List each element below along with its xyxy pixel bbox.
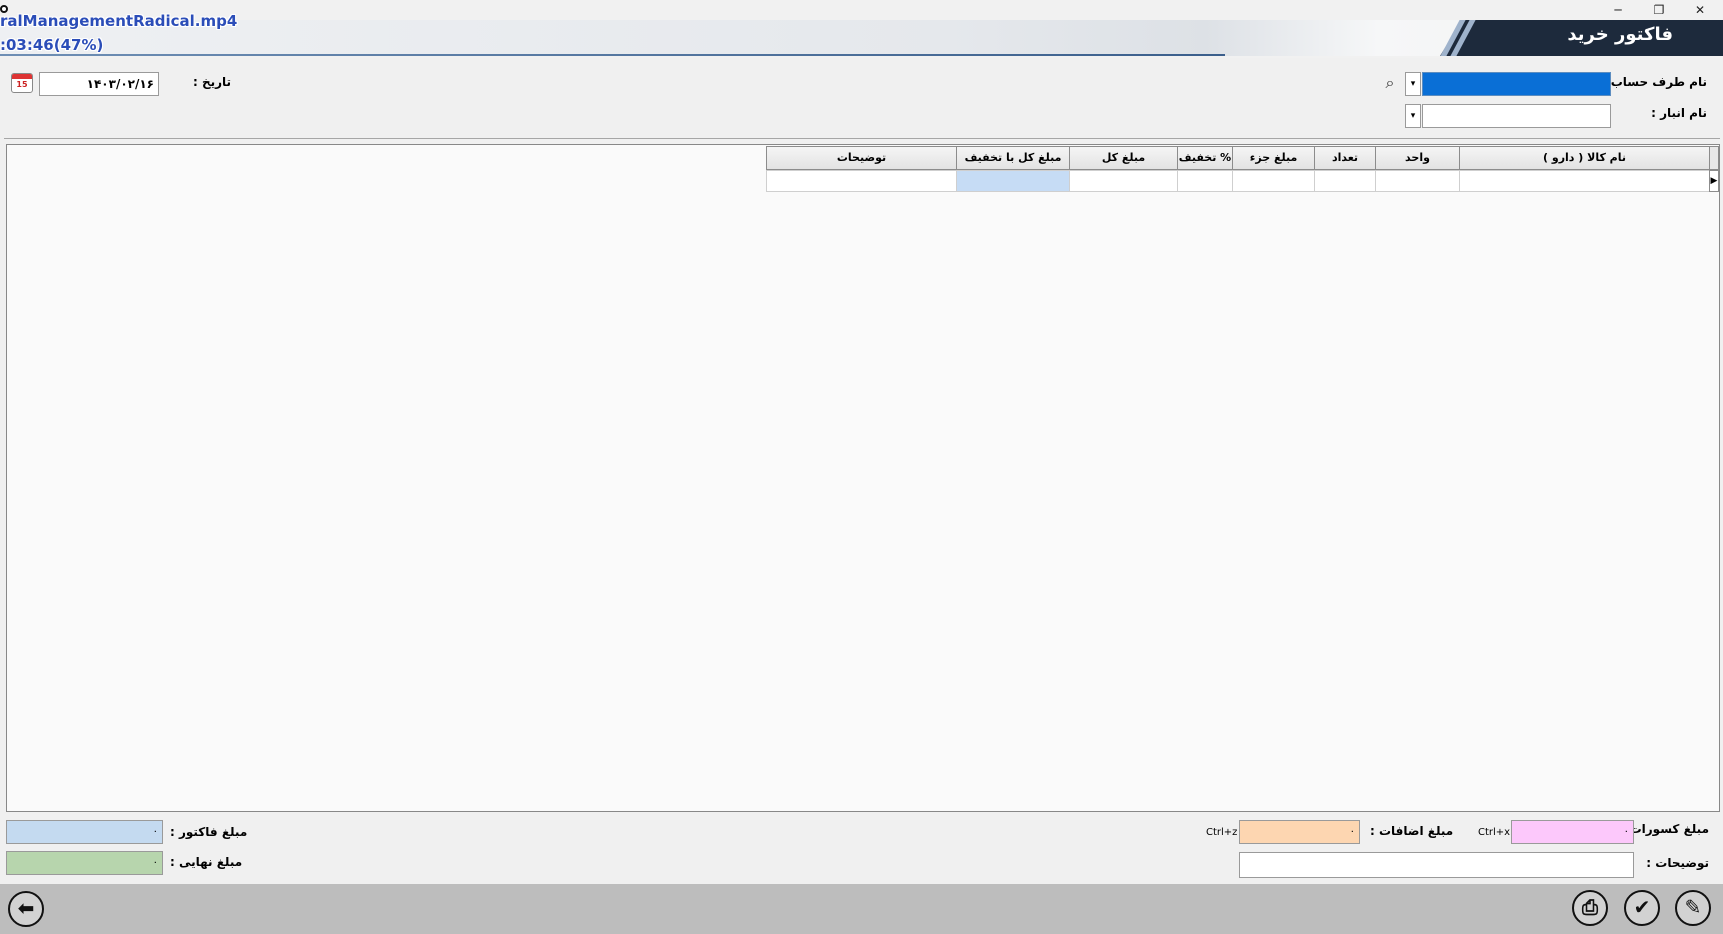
account-dropdown-button[interactable]: ▾: [1405, 72, 1421, 96]
column-header-item-name[interactable]: نام کالا ( دارو ): [1459, 146, 1709, 170]
cell-total-after-discount[interactable]: [956, 170, 1069, 192]
column-header-total[interactable]: مبلغ کل: [1069, 146, 1177, 170]
title-underline: [0, 54, 1225, 56]
date-input[interactable]: ۱۴۰۳/۰۲/۱۶: [39, 72, 159, 96]
footer-description-input[interactable]: [1239, 852, 1634, 878]
search-icon[interactable]: ⌕: [1380, 72, 1400, 94]
bottom-toolbar: [0, 884, 1723, 934]
cell-total[interactable]: [1069, 170, 1177, 192]
cell-unit-price[interactable]: [1232, 170, 1314, 192]
overlay-filename: ralManagementRadical.mp4: [0, 12, 238, 30]
cell-unit[interactable]: [1375, 170, 1459, 192]
column-header-total-after-discount[interactable]: مبلغ کل با تخفیف: [956, 146, 1069, 170]
confirm-button[interactable]: ✔: [1624, 890, 1660, 926]
minimize-button[interactable]: ─: [1598, 0, 1638, 20]
column-header-discount-percent[interactable]: % تخفیف: [1177, 146, 1232, 170]
warehouse-dropdown-button[interactable]: ▾: [1405, 104, 1421, 128]
additions-label: مبلغ اضافات :: [1370, 824, 1454, 838]
cell-item-name[interactable]: [1459, 170, 1709, 192]
final-amount-label: مبلغ نهایی :: [170, 855, 243, 869]
window-title: فاکتور خرید: [1567, 24, 1673, 45]
date-label: تاریخ :: [193, 75, 232, 89]
print-button[interactable]: ⎙: [1572, 890, 1608, 926]
column-header-description[interactable]: توضیحات: [766, 146, 956, 170]
cell-discount-percent[interactable]: [1177, 170, 1232, 192]
column-header-quantity[interactable]: تعداد: [1314, 146, 1375, 170]
account-input[interactable]: [1422, 72, 1611, 96]
column-header-unit[interactable]: واحد: [1375, 146, 1459, 170]
edit-button[interactable]: ✎: [1675, 890, 1711, 926]
footer-description-label: توضیحات :: [1646, 856, 1709, 870]
column-header-unit-price[interactable]: مبلغ جزء: [1232, 146, 1314, 170]
cell-quantity[interactable]: [1314, 170, 1375, 192]
warehouse-input[interactable]: [1422, 104, 1611, 128]
overlay-time: :03:46(47%): [0, 36, 104, 54]
restore-button[interactable]: ❐: [1639, 0, 1679, 20]
back-button[interactable]: ⬅: [8, 891, 44, 927]
grid-header-corner: [1709, 146, 1719, 170]
account-label: نام طرف حساب :: [1601, 75, 1707, 89]
items-grid[interactable]: [6, 144, 1720, 812]
deductions-shortcut: Ctrl+x: [1478, 827, 1511, 838]
final-amount-field: ۰: [6, 851, 163, 875]
row-indicator-icon[interactable]: ▶: [1709, 170, 1719, 192]
deductions-input[interactable]: ۰: [1511, 820, 1634, 844]
grid-header: نام کالا ( دارو ) واحد تعداد مبلغ جزء % …: [766, 146, 1709, 170]
table-row[interactable]: [766, 170, 1709, 192]
warehouse-label: نام انبار :: [1651, 106, 1707, 120]
calendar-icon[interactable]: 15: [11, 73, 33, 93]
additions-input[interactable]: ۰: [1239, 820, 1360, 844]
calendar-badge: 15: [16, 80, 28, 89]
invoice-amount-field: ۰: [6, 820, 163, 844]
invoice-amount-label: مبلغ فاکتور :: [170, 825, 248, 839]
close-button[interactable]: ✕: [1680, 0, 1720, 20]
cell-description[interactable]: [766, 170, 956, 192]
additions-shortcut: Ctrl+z: [1206, 827, 1238, 838]
